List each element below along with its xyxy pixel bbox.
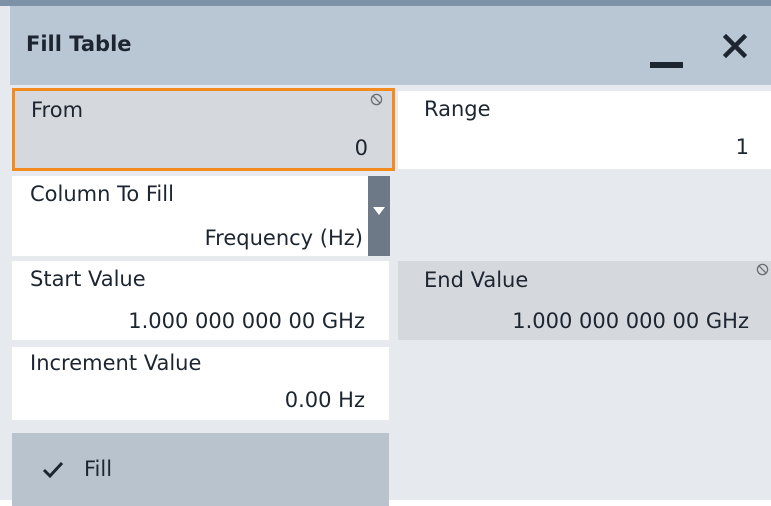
- dialog-titlebar: Fill Table: [10, 6, 771, 85]
- start-value-field[interactable]: Start Value 1.000 000 000 00 GHz: [12, 261, 389, 340]
- checkmark-icon: [42, 461, 64, 479]
- column-to-fill-dropdown-button[interactable]: [368, 176, 390, 256]
- end-value-field[interactable]: End Value 1.000 000 000 00 GHz: [398, 261, 771, 340]
- fill-table-dialog: Fill Table From 0 Range 1 Column To Fill…: [0, 0, 771, 506]
- column-to-fill-value: Frequency (Hz): [204, 226, 363, 250]
- start-value-label: Start Value: [30, 267, 146, 291]
- column-to-fill-label: Column To Fill: [30, 182, 174, 206]
- dialog-title: Fill Table: [26, 32, 132, 56]
- range-field[interactable]: Range 1: [398, 91, 771, 169]
- increment-value-field[interactable]: Increment Value 0.00 Hz: [12, 347, 389, 420]
- close-button[interactable]: [710, 22, 760, 72]
- minimize-icon: [650, 62, 683, 68]
- blocked-icon: [756, 263, 769, 276]
- from-field[interactable]: From 0: [12, 88, 395, 171]
- end-value-value: 1.000 000 000 00 GHz: [512, 309, 749, 333]
- increment-value-value: 0.00 Hz: [284, 388, 365, 412]
- dropdown-arrow-icon: [373, 207, 385, 215]
- blocked-icon: [370, 93, 383, 106]
- fill-button[interactable]: Fill: [12, 433, 389, 506]
- column-to-fill-select[interactable]: Column To Fill Frequency (Hz): [12, 176, 389, 256]
- from-value: 0: [354, 136, 368, 160]
- range-value: 1: [735, 135, 749, 159]
- increment-value-label: Increment Value: [30, 351, 202, 375]
- close-icon: [723, 34, 747, 58]
- start-value-value: 1.000 000 000 00 GHz: [128, 309, 365, 333]
- minimize-button[interactable]: [642, 22, 692, 72]
- range-label: Range: [424, 97, 491, 121]
- from-label: From: [31, 98, 84, 122]
- end-value-label: End Value: [424, 268, 529, 292]
- fill-button-label: Fill: [84, 457, 113, 481]
